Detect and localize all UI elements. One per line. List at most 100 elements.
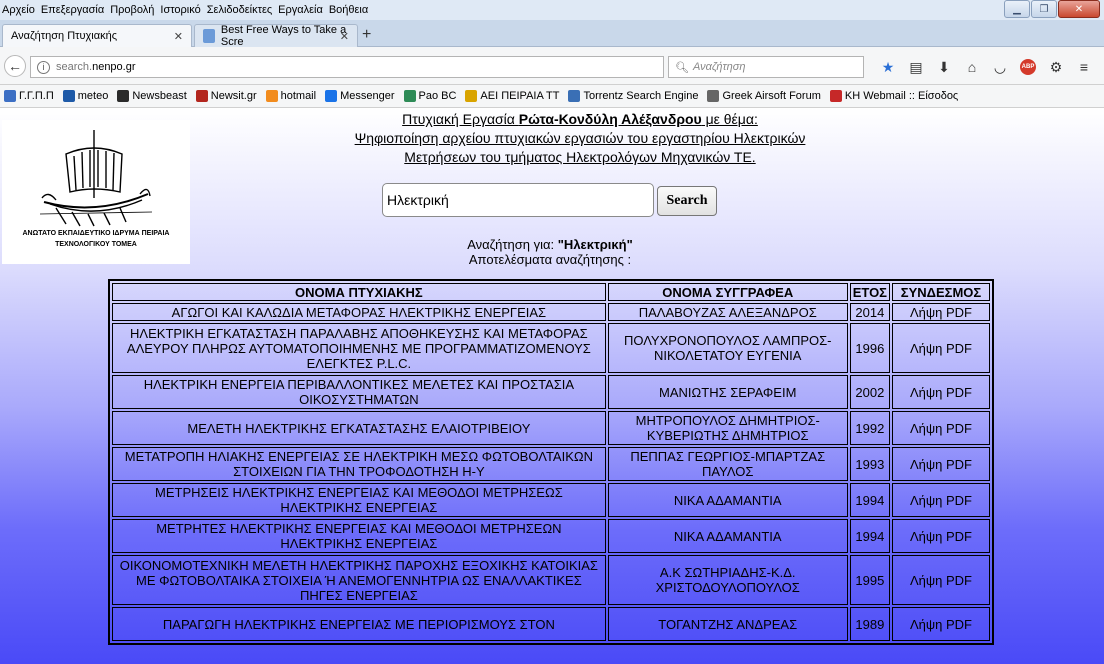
download-pdf-link[interactable]: Λήψη PDF: [891, 411, 990, 445]
cell-author: ΝΙΚΑ ΑΔΑΜΑΝΤΙΑ: [607, 483, 848, 517]
menu-tools[interactable]: Εργαλεία: [278, 4, 323, 16]
info-icon[interactable]: i: [37, 60, 50, 74]
download-pdf-link[interactable]: Λήψη PDF: [891, 303, 990, 321]
extension-icon[interactable]: ⚙: [1042, 56, 1070, 78]
tab-strip: Αναζήτηση Πτυχιακής ✕ Best Free Ways to …: [0, 20, 1104, 48]
cell-author: ΠΑΛΑΒΟΥΖΑΣ ΑΛΕΞΑΝΔΡΟΣ: [607, 303, 848, 321]
bookmark-item[interactable]: meteo: [62, 90, 109, 102]
cell-year: 1993: [849, 447, 890, 481]
adblock-icon[interactable]: ABP: [1014, 56, 1042, 78]
back-arrow-icon[interactable]: ←: [4, 55, 26, 77]
bookmark-item[interactable]: Pao BC: [403, 90, 457, 102]
bookmark-item[interactable]: ΑΕΙ ΠΕΙΡΑΙΑ ΤΤ: [465, 90, 559, 102]
menu-hamburger-icon[interactable]: ≡: [1070, 56, 1098, 78]
download-pdf-link[interactable]: Λήψη PDF: [891, 375, 990, 409]
bookmark-favicon-icon: [117, 90, 130, 102]
cell-year: 2002: [849, 375, 890, 409]
bookmark-item[interactable]: Messenger: [325, 90, 395, 102]
cell-author: ΤΟΓΑΝΤΖΗΣ ΑΝΔΡΕΑΣ: [607, 607, 848, 641]
menu-history[interactable]: Ιστορικό: [160, 4, 200, 16]
download-pdf-link[interactable]: Λήψη PDF: [891, 519, 990, 553]
cell-thesis-title: ΜΕΤΡΗΣΕΙΣ ΗΛΕΚΤΡΙΚΗΣ ΕΝΕΡΓΕΙΑΣ ΚΑΙ ΜΕΘΟΔ…: [112, 483, 606, 517]
bookmark-item[interactable]: Γ.Γ.Π.Π: [4, 90, 54, 102]
download-pdf-link[interactable]: Λήψη PDF: [891, 447, 990, 481]
header-line-3: Μετρήσεων του τμήματος Ηλεκτρολόγων Μηχα…: [404, 149, 756, 165]
tab-search-thesis[interactable]: Αναζήτηση Πτυχιακής ✕: [2, 24, 192, 47]
pocket-icon[interactable]: ◡: [986, 56, 1014, 78]
table-row: ΠΑΡΑΓΩΓΗ ΗΛΕΚΤΡΙΚΗΣ ΕΝΕΡΓΕΙΑΣ ΜΕ ΠΕΡΙΟΡΙ…: [112, 607, 990, 641]
cell-thesis-title: ΑΓΩΓΟΙ ΚΑΙ ΚΑΛΩΔΙΑ ΜΕΤΑΦΟΡΑΣ ΗΛΕΚΤΡΙΚΗΣ …: [112, 303, 606, 321]
menu-bookmarks[interactable]: Σελιδοδείκτες: [207, 4, 272, 16]
menu-file[interactable]: Αρχείο: [2, 4, 35, 16]
download-pdf-link[interactable]: Λήψη PDF: [891, 323, 990, 373]
download-icon[interactable]: ⬇: [930, 56, 958, 78]
browser-search-input[interactable]: 🔍︎ Αναζήτηση: [668, 56, 864, 78]
cell-thesis-title: ΜΕΤΡΗΤΕΣ ΗΛΕΚΤΡΙΚΗΣ ΕΝΕΡΓΕΙΑΣ ΚΑΙ ΜΕΘΟΔΟ…: [112, 519, 606, 553]
bookmark-item[interactable]: hotmail: [265, 90, 317, 102]
bookmark-label: Messenger: [340, 90, 395, 102]
minimize-icon[interactable]: ▁: [1004, 0, 1030, 18]
bookmark-label: Torrentz Search Engine: [583, 90, 699, 102]
download-pdf-link[interactable]: Λήψη PDF: [891, 607, 990, 641]
cell-author: ΝΙΚΑ ΑΔΑΜΑΝΤΙΑ: [607, 519, 848, 553]
bookmark-favicon-icon: [195, 90, 208, 102]
bookmark-label: KH Webmail :: Είσοδος: [844, 90, 959, 102]
ship-logo-icon: [39, 130, 153, 227]
new-tab-icon[interactable]: +: [362, 26, 371, 44]
restore-icon[interactable]: ❐: [1031, 0, 1057, 18]
table-row: ΜΕΛΕΤΗ ΗΛΕΚΤΡΙΚΗΣ ΕΓΚΑΤΑΣΤΑΣΗΣ ΕΛΑΙΟΤΡΙΒ…: [112, 411, 990, 445]
cell-year: 1996: [849, 323, 890, 373]
search-input[interactable]: Ηλεκτρική: [382, 183, 654, 217]
cell-thesis-title: ΜΕΤΑΤΡΟΠΗ ΗΛΙΑΚΗΣ ΕΝΕΡΓΕΙΑΣ ΣΕ ΗΛΕΚΤΡΙΚΗ…: [112, 447, 606, 481]
favicon-icon: [203, 29, 215, 43]
cell-year: 1995: [849, 555, 890, 605]
tab-screenshot-article[interactable]: Best Free Ways to Take a Scre ✕: [194, 24, 358, 48]
header-line-1: Πτυχιακή Εργασία Ρώτα-Κονδύλη Αλέξανδρου…: [402, 111, 758, 127]
menu-edit[interactable]: Επεξεργασία: [41, 4, 104, 16]
close-tab-icon[interactable]: ✕: [340, 30, 349, 43]
cell-year: 1989: [849, 607, 890, 641]
close-tab-icon[interactable]: ✕: [174, 30, 183, 43]
bookmark-favicon-icon: [62, 90, 75, 102]
cell-author: ΠΟΛΥΧΡΟΝΟΠΟΥΛΟΣ ΛΑΜΠΡΟΣ-ΝΙΚΟΛΕΤΑΤΟΥ ΕΥΓΕ…: [607, 323, 848, 373]
cell-year: 1994: [849, 483, 890, 517]
navigation-bar: ← i search.nenpo.gr ↻ 🔍︎ Αναζήτηση ★ ▤ ⬇…: [0, 47, 1104, 85]
download-pdf-link[interactable]: Λήψη PDF: [891, 483, 990, 517]
bookmark-item[interactable]: Greek Airsoft Forum: [707, 90, 821, 102]
results-table: ΟΝΟΜΑ ΠΤΥΧΙΑΚΗΣ ΟΝΟΜΑ ΣΥΓΓΡΑΦΕΑ ΕΤΟΣ ΣΥΝ…: [108, 279, 994, 645]
results-info: Αναζήτηση για: "Ηλεκτρική" Αποτελέσματα …: [467, 237, 633, 267]
reading-list-icon[interactable]: ▤: [902, 56, 930, 78]
bookmark-favicon-icon: [465, 90, 478, 102]
bookmark-label: Greek Airsoft Forum: [722, 90, 821, 102]
bookmark-favicon-icon: [4, 90, 16, 102]
bookmark-item[interactable]: KH Webmail :: Είσοδος: [829, 90, 959, 102]
bookmark-label: meteo: [77, 90, 109, 102]
bookmark-favicon-icon: [707, 90, 720, 102]
bookmark-label: hotmail: [280, 90, 317, 102]
home-icon[interactable]: ⌂: [958, 56, 986, 78]
table-header-row: ΟΝΟΜΑ ΠΤΥΧΙΑΚΗΣ ΟΝΟΜΑ ΣΥΓΓΡΑΦΕΑ ΕΤΟΣ ΣΥΝ…: [112, 283, 990, 301]
table-row: ΟΙΚΟΝΟΜΟΤΕΧΝΙΚΗ ΜΕΛΕΤΗ ΗΛΕΚΤΡΙΚΗΣ ΠΑΡΟΧΗ…: [112, 555, 990, 605]
url-bar[interactable]: i search.nenpo.gr ↻: [30, 56, 678, 78]
bookmark-star-icon[interactable]: ★: [874, 56, 902, 78]
bookmark-favicon-icon: [325, 90, 338, 102]
download-pdf-link[interactable]: Λήψη PDF: [891, 555, 990, 605]
cell-thesis-title: ΠΑΡΑΓΩΓΗ ΗΛΕΚΤΡΙΚΗΣ ΕΝΕΡΓΕΙΑΣ ΜΕ ΠΕΡΙΟΡΙ…: [112, 607, 606, 641]
bookmark-favicon-icon: [265, 90, 278, 102]
header-author-name: ΟΝΟΜΑ ΣΥΓΓΡΑΦΕΑ: [607, 283, 848, 301]
menu-bar: Αρχείο Επεξεργασία Προβολή Ιστορικό Σελι…: [0, 0, 1104, 20]
bookmark-item[interactable]: Torrentz Search Engine: [568, 90, 698, 102]
bookmark-item[interactable]: Newsit.gr: [195, 90, 257, 102]
header-link: ΣΥΝΔΕΣΜΟΣ: [891, 283, 990, 301]
cell-author: Α.Κ ΣΩΤΗΡΙΑΔΗΣ-Κ.Δ. ΧΡΙΣΤΟΔΟΥΛΟΠΟΥΛΟΣ: [607, 555, 848, 605]
menu-help[interactable]: Βοήθεια: [329, 4, 368, 16]
bookmark-label: Pao BC: [418, 90, 457, 102]
close-window-icon[interactable]: ✕: [1058, 0, 1100, 18]
bookmark-item[interactable]: Newsbeast: [117, 90, 187, 102]
header-year: ΕΤΟΣ: [849, 283, 890, 301]
search-button[interactable]: Search: [657, 186, 717, 216]
institution-logo: ΑΝΩΤΑΤΟ ΕΚΠΑΙΔΕΥΤΙΚΟ ΙΔΡΥΜΑ ΠΕΙΡΑΙΑ ΤΕΧΝ…: [2, 120, 190, 264]
page-header: Πτυχιακή Εργασία Ρώτα-Κονδύλη Αλέξανδρου…: [240, 110, 920, 167]
menu-view[interactable]: Προβολή: [110, 4, 154, 16]
table-row: ΜΕΤΑΤΡΟΠΗ ΗΛΙΑΚΗΣ ΕΝΕΡΓΕΙΑΣ ΣΕ ΗΛΕΚΤΡΙΚΗ…: [112, 447, 990, 481]
